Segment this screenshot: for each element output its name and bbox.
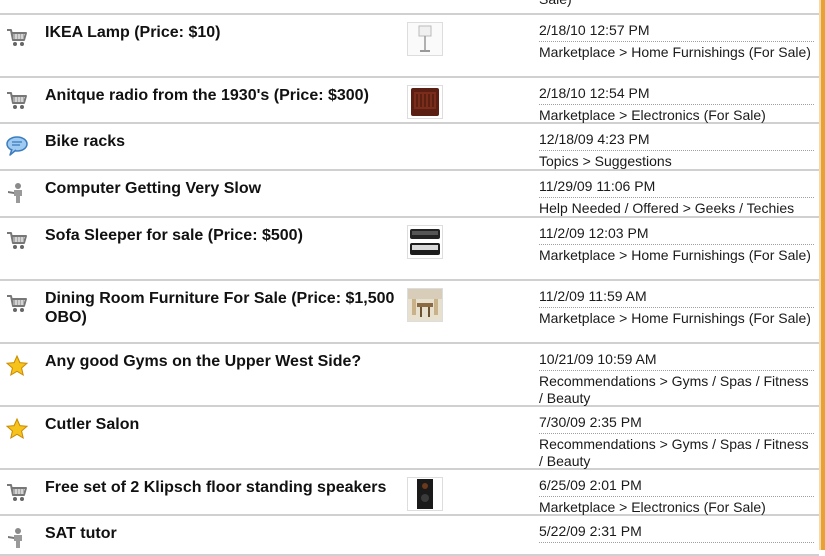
speech-bubble-icon xyxy=(5,134,29,158)
post-title[interactable]: IKEA Lamp (Price: $10) xyxy=(45,23,405,42)
post-date: 6/25/09 2:01 PM xyxy=(539,477,814,497)
post-category[interactable]: Sale) xyxy=(539,0,814,8)
help-person-icon xyxy=(5,181,29,205)
list-item[interactable]: Computer Getting Very Slow 11/29/09 11:0… xyxy=(0,171,819,218)
list-item[interactable]: SAT tutor 5/22/09 2:31 PM xyxy=(0,516,819,556)
post-category[interactable]: Marketplace > Electronics (For Sale) xyxy=(539,499,814,516)
post-title[interactable]: Free set of 2 Klipsch floor standing spe… xyxy=(45,478,405,497)
list-item[interactable]: Free set of 2 Klipsch floor standing spe… xyxy=(0,470,819,516)
post-category[interactable]: Recommendations > Gyms / Spas / Fitness … xyxy=(539,436,814,470)
list-item[interactable]: Sale) xyxy=(0,0,819,15)
post-date: 5/22/09 2:31 PM xyxy=(539,523,814,543)
star-icon xyxy=(5,417,29,441)
post-category[interactable]: Marketplace > Home Furnishings (For Sale… xyxy=(539,310,814,327)
radio-thumbnail[interactable] xyxy=(407,85,443,119)
post-meta: 2/18/10 12:57 PM Marketplace > Home Furn… xyxy=(539,22,814,61)
post-category[interactable]: Recommendations > Gyms / Spas / Fitness … xyxy=(539,373,814,407)
post-date: 12/18/09 4:23 PM xyxy=(539,131,814,151)
list-item[interactable]: IKEA Lamp (Price: $10) 2/18/10 12:57 PM … xyxy=(0,15,819,78)
post-meta: 10/21/09 10:59 AM Recommendations > Gyms… xyxy=(539,351,814,407)
list-item[interactable]: Any good Gyms on the Upper West Side? 10… xyxy=(0,344,819,407)
post-meta: 11/2/09 12:03 PM Marketplace > Home Furn… xyxy=(539,225,814,264)
list-item[interactable]: Dining Room Furniture For Sale (Price: $… xyxy=(0,281,819,344)
post-title[interactable]: SAT tutor xyxy=(45,524,405,543)
post-meta: 12/18/09 4:23 PM Topics > Suggestions xyxy=(539,131,814,170)
lamp-thumbnail[interactable] xyxy=(407,22,443,56)
post-category[interactable]: Marketplace > Electronics (For Sale) xyxy=(539,107,814,124)
post-date: 7/30/09 2:35 PM xyxy=(539,414,814,434)
star-icon xyxy=(5,354,29,378)
list-item[interactable]: Sofa Sleeper for sale (Price: $500) 11/2… xyxy=(0,218,819,281)
post-title[interactable]: Bike racks xyxy=(45,132,405,151)
list-item[interactable]: Cutler Salon 7/30/09 2:35 PM Recommendat… xyxy=(0,407,819,470)
post-meta: Sale) xyxy=(539,0,814,8)
post-title[interactable]: Cutler Salon xyxy=(45,415,405,434)
post-title[interactable]: Sofa Sleeper for sale (Price: $500) xyxy=(45,226,405,245)
page-border xyxy=(819,0,825,550)
post-date: 10/21/09 10:59 AM xyxy=(539,351,814,371)
post-category[interactable]: Marketplace > Home Furnishings (For Sale… xyxy=(539,247,814,264)
post-title[interactable]: Any good Gyms on the Upper West Side? xyxy=(45,352,405,371)
post-meta: 5/22/09 2:31 PM xyxy=(539,523,814,545)
post-date: 11/2/09 11:59 AM xyxy=(539,288,814,308)
post-title[interactable]: Anitque radio from the 1930's (Price: $3… xyxy=(45,86,405,105)
sofa-thumbnail[interactable] xyxy=(407,225,443,259)
post-date: 11/29/09 11:06 PM xyxy=(539,178,814,198)
help-person-icon xyxy=(5,526,29,550)
cart-icon xyxy=(5,228,29,252)
cart-icon xyxy=(5,291,29,315)
post-category[interactable]: Topics > Suggestions xyxy=(539,153,814,170)
post-title[interactable]: Dining Room Furniture For Sale (Price: $… xyxy=(45,289,405,327)
cart-icon xyxy=(5,25,29,49)
post-meta: 11/29/09 11:06 PM Help Needed / Offered … xyxy=(539,178,814,217)
post-date: 2/18/10 12:57 PM xyxy=(539,22,814,42)
post-meta: 6/25/09 2:01 PM Marketplace > Electronic… xyxy=(539,477,814,516)
post-meta: 2/18/10 12:54 PM Marketplace > Electroni… xyxy=(539,85,814,124)
post-meta: 11/2/09 11:59 AM Marketplace > Home Furn… xyxy=(539,288,814,327)
dining-thumbnail[interactable] xyxy=(407,288,443,322)
post-category[interactable]: Help Needed / Offered > Geeks / Techies xyxy=(539,200,814,217)
list-item[interactable]: Anitque radio from the 1930's (Price: $3… xyxy=(0,78,819,124)
cart-icon xyxy=(5,88,29,112)
list-item[interactable]: Bike racks 12/18/09 4:23 PM Topics > Sug… xyxy=(0,124,819,171)
post-date: 11/2/09 12:03 PM xyxy=(539,225,814,245)
post-title[interactable]: Computer Getting Very Slow xyxy=(45,179,405,198)
speakers-thumbnail[interactable] xyxy=(407,477,443,511)
cart-icon xyxy=(5,480,29,504)
post-category[interactable]: Marketplace > Home Furnishings (For Sale… xyxy=(539,44,814,61)
post-date: 2/18/10 12:54 PM xyxy=(539,85,814,105)
post-meta: 7/30/09 2:35 PM Recommendations > Gyms /… xyxy=(539,414,814,470)
post-list: Sale) IKEA Lamp (Price: $10) 2/18/10 12:… xyxy=(0,0,819,556)
